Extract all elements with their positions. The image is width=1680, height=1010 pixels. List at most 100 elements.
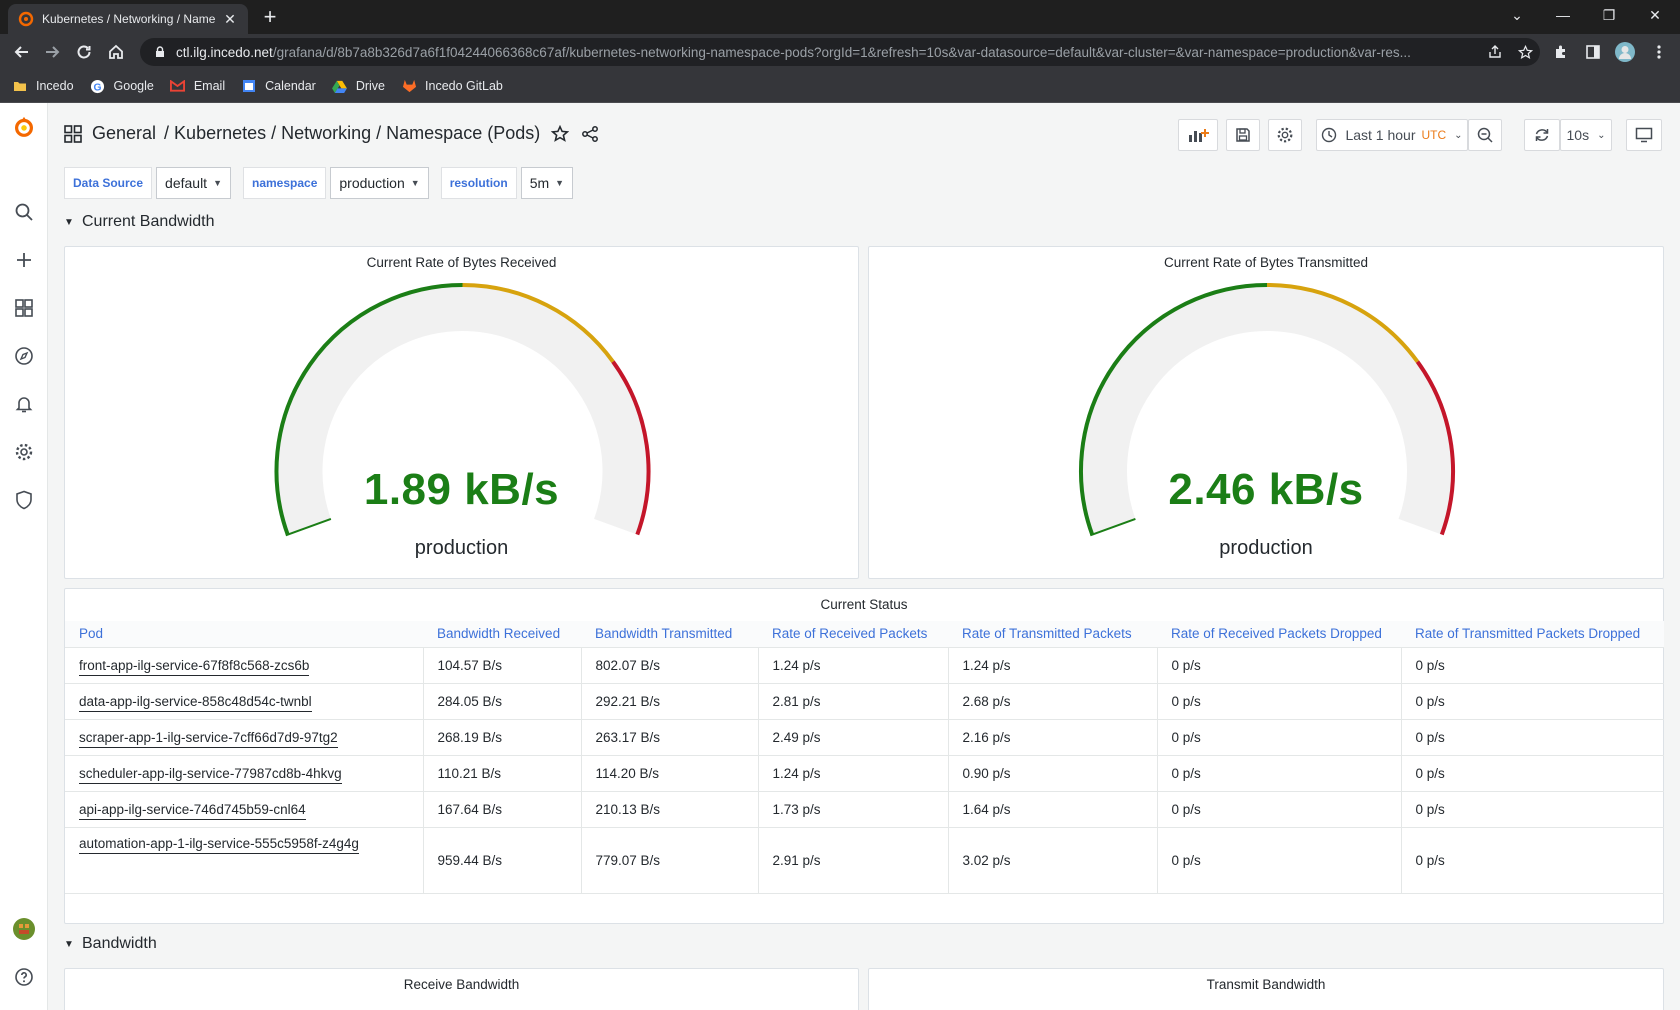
- time-range-picker[interactable]: Last 1 hour UTC ⌄: [1316, 119, 1468, 151]
- row-current-bandwidth[interactable]: ▼ Current Bandwidth: [64, 213, 215, 231]
- column-header-bandwidth-transmitted[interactable]: Bandwidth Transmitted: [581, 621, 758, 648]
- forward-icon[interactable]: [40, 40, 64, 64]
- table-cell: 1.24 p/s: [758, 755, 949, 792]
- table-cell: 0 p/s: [1157, 827, 1402, 894]
- table-cell: 2.81 p/s: [758, 683, 949, 720]
- pod-link[interactable]: api-app-ilg-service-746d745b59-cnl64: [65, 791, 424, 828]
- profile-avatar-icon[interactable]: [1614, 41, 1636, 63]
- address-bar[interactable]: ctl.ilg.incedo.net /grafana/d/8b7a8b326d…: [140, 38, 1540, 66]
- column-header-bandwidth-received[interactable]: Bandwidth Received: [423, 621, 581, 648]
- table-row: scheduler-app-ilg-service-77987cd8b-4hkv…: [65, 755, 1664, 792]
- close-window-icon[interactable]: ✕: [1632, 0, 1678, 30]
- star-dashboard-icon[interactable]: [550, 124, 570, 144]
- folder-icon: [12, 78, 28, 94]
- pod-link[interactable]: automation-app-1-ilg-service-555c5958f-z…: [65, 827, 424, 894]
- table-cell: 0 p/s: [1157, 683, 1402, 720]
- timezone-label: UTC: [1421, 128, 1447, 142]
- breadcrumb-dashboard[interactable]: / Kubernetes / Networking / Namespace (P…: [164, 123, 540, 144]
- row-bandwidth[interactable]: ▼ Bandwidth: [64, 935, 157, 953]
- bookmark-email[interactable]: Email: [170, 78, 225, 94]
- back-icon[interactable]: [10, 40, 34, 64]
- column-header-received-dropped[interactable]: Rate of Received Packets Dropped: [1157, 621, 1401, 648]
- bookmark-gitlab[interactable]: Incedo GitLab: [401, 78, 503, 94]
- bookmark-drive[interactable]: Drive: [332, 78, 385, 94]
- table-cell: 284.05 B/s: [423, 683, 582, 720]
- variable-label-resolution: resolution: [440, 167, 517, 199]
- server-admin-shield-icon[interactable]: [12, 488, 36, 512]
- alerting-bell-icon[interactable]: [12, 392, 36, 416]
- table-cell: 292.21 B/s: [581, 683, 759, 720]
- browser-tab-strip: Kubernetes / Networking / Name ✕ + ⌄ — ❐…: [0, 0, 1680, 34]
- search-icon[interactable]: [12, 200, 36, 224]
- bookmark-incedo[interactable]: Incedo: [12, 78, 74, 94]
- time-range-label: Last 1 hour: [1345, 127, 1416, 143]
- help-icon[interactable]: [12, 965, 36, 989]
- minimize-icon[interactable]: —: [1540, 0, 1586, 30]
- table-cell: 0.90 p/s: [948, 755, 1158, 792]
- gauge-panel-received[interactable]: Current Rate of Bytes Received 1.89 kB/s…: [64, 246, 859, 579]
- variable-select-datasource[interactable]: default ▼: [156, 167, 231, 199]
- svg-text:G: G: [94, 82, 102, 93]
- close-tab-icon[interactable]: ✕: [222, 11, 238, 28]
- column-header-pod[interactable]: Pod: [65, 621, 423, 648]
- reload-icon[interactable]: [72, 40, 96, 64]
- column-header-transmitted-dropped[interactable]: Rate of Transmitted Packets Dropped: [1401, 621, 1664, 648]
- breadcrumb-folder[interactable]: General: [92, 123, 156, 144]
- column-header-transmitted-packets[interactable]: Rate of Transmitted Packets: [948, 621, 1157, 648]
- refresh-interval-picker[interactable]: 10s ⌄: [1560, 119, 1612, 151]
- table-cell: 0 p/s: [1401, 827, 1664, 894]
- pod-link[interactable]: scraper-app-1-ilg-service-7cff66d7d9-97t…: [65, 719, 424, 756]
- configuration-gear-icon[interactable]: [12, 440, 36, 464]
- zoom-out-button[interactable]: [1468, 119, 1502, 151]
- browser-toolbar: ctl.ilg.incedo.net /grafana/d/8b7a8b326d…: [0, 34, 1680, 70]
- table-cell: 263.17 B/s: [581, 719, 759, 756]
- table-cell: 110.21 B/s: [423, 755, 582, 792]
- table-cell: 779.07 B/s: [581, 827, 759, 894]
- table-cell: 1.73 p/s: [758, 791, 949, 828]
- view-mode-tv-button[interactable]: [1626, 119, 1662, 151]
- gauge-panel-transmitted[interactable]: Current Rate of Bytes Transmitted 2.46 k…: [868, 246, 1664, 579]
- chevron-down-icon: ▼: [64, 938, 74, 950]
- calendar-icon: [241, 78, 257, 94]
- browser-tab[interactable]: Kubernetes / Networking / Name ✕: [8, 4, 248, 34]
- table-cell: 802.07 B/s: [581, 647, 759, 684]
- refresh-button[interactable]: [1524, 119, 1560, 151]
- gauge-transmitted: [1079, 282, 1455, 537]
- home-icon[interactable]: [104, 40, 128, 64]
- pod-link[interactable]: front-app-ilg-service-67f8f8c568-zcs6b: [65, 647, 424, 684]
- table-cell: 0 p/s: [1157, 755, 1402, 792]
- extensions-puzzle-icon[interactable]: [1550, 41, 1572, 63]
- table-cell: 0 p/s: [1401, 719, 1664, 756]
- table-header-row: Pod Bandwidth Received Bandwidth Transmi…: [65, 621, 1664, 648]
- side-panel-icon[interactable]: [1582, 41, 1604, 63]
- dashboards-grid-icon[interactable]: [12, 296, 36, 320]
- save-dashboard-button[interactable]: [1226, 119, 1260, 151]
- bookmark-calendar[interactable]: Calendar: [241, 78, 316, 94]
- dashboard-settings-button[interactable]: [1268, 119, 1302, 151]
- tab-search-icon[interactable]: ⌄: [1494, 0, 1540, 30]
- status-table: Pod Bandwidth Received Bandwidth Transmi…: [65, 621, 1664, 894]
- explore-compass-icon[interactable]: [12, 344, 36, 368]
- bookmark-google[interactable]: G Google: [90, 78, 154, 94]
- bookmark-star-icon[interactable]: [1510, 38, 1540, 66]
- pod-link[interactable]: scheduler-app-ilg-service-77987cd8b-4hkv…: [65, 755, 424, 792]
- user-avatar[interactable]: [12, 917, 36, 941]
- bookmarks-bar: Incedo G Google Email Calendar Drive Inc…: [0, 70, 1680, 103]
- receive-bandwidth-panel[interactable]: Receive Bandwidth: [64, 968, 859, 1010]
- grafana-logo-icon[interactable]: [12, 115, 36, 139]
- variable-select-resolution[interactable]: 5m ▼: [520, 167, 574, 199]
- add-panel-button[interactable]: [1178, 119, 1218, 151]
- restore-icon[interactable]: ❐: [1586, 0, 1632, 30]
- share-dashboard-icon[interactable]: [580, 124, 600, 144]
- variable-select-namespace[interactable]: production ▼: [330, 167, 429, 199]
- browser-menu-icon[interactable]: [1648, 41, 1670, 63]
- panel-title: Transmit Bandwidth: [1206, 977, 1326, 992]
- pod-link[interactable]: data-app-ilg-service-858c48d54c-twnbl: [65, 683, 424, 720]
- share-page-icon[interactable]: [1480, 38, 1510, 66]
- table-row: automation-app-1-ilg-service-555c5958f-z…: [65, 827, 1664, 894]
- create-plus-icon[interactable]: [12, 248, 36, 272]
- new-tab-icon[interactable]: +: [258, 6, 282, 30]
- transmit-bandwidth-panel[interactable]: Transmit Bandwidth: [868, 968, 1664, 1010]
- column-header-received-packets[interactable]: Rate of Received Packets: [758, 621, 948, 648]
- table-cell: 2.49 p/s: [758, 719, 949, 756]
